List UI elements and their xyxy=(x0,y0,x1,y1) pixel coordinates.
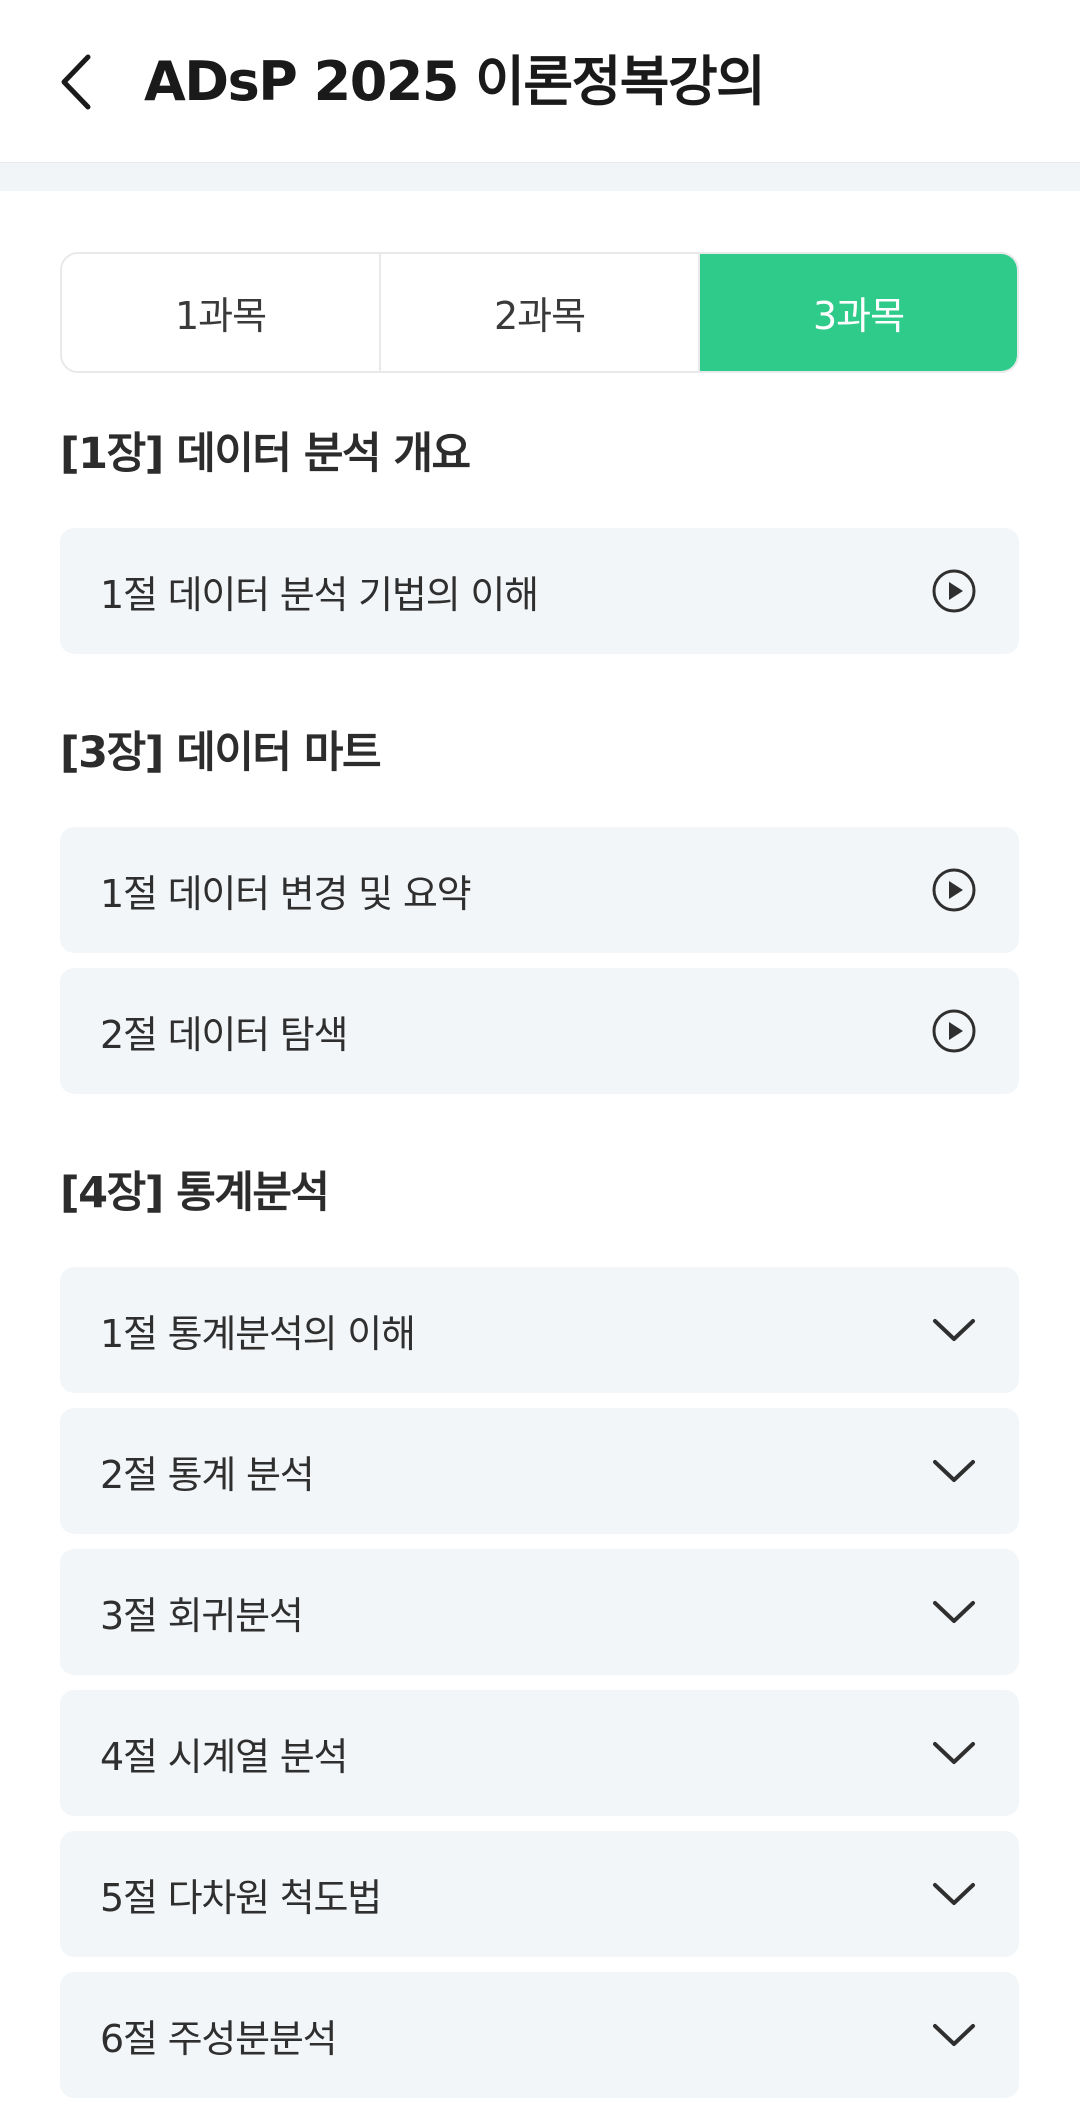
top-app-bar: ADsP 2025 이론정복강의 xyxy=(0,0,1080,163)
lesson-label: 6절 주성분분석 xyxy=(100,2016,338,2061)
lesson-label: 2절 데이터 탐색 xyxy=(100,1012,348,1057)
lesson-item[interactable]: 2절 통계 분석 xyxy=(60,1408,1019,1534)
chapter-title: [1장] 데이터 분석 개요 xyxy=(60,429,471,479)
chevron-down-icon[interactable] xyxy=(931,1448,977,1494)
chevron-left-icon xyxy=(61,54,91,110)
chevron-down-icon[interactable] xyxy=(931,1730,977,1776)
tab-subject-2[interactable]: 2과목 xyxy=(381,254,700,371)
play-circle-icon[interactable] xyxy=(931,867,977,913)
lesson-label: 5절 다차원 척도법 xyxy=(100,1875,382,1920)
header-divider-band xyxy=(0,163,1080,191)
lesson-label: 3절 회귀분석 xyxy=(100,1593,304,1638)
lesson-item[interactable]: 6절 주성분분석 xyxy=(60,1972,1019,2098)
lesson-item[interactable]: 1절 데이터 변경 및 요약 xyxy=(60,827,1019,953)
chapter-title: [3장] 데이터 마트 xyxy=(60,728,382,778)
lesson-item[interactable]: 5절 다차원 척도법 xyxy=(60,1831,1019,1957)
chevron-down-icon[interactable] xyxy=(931,1871,977,1917)
lesson-label: 2절 통계 분석 xyxy=(100,1452,315,1497)
lesson-label: 1절 데이터 변경 및 요약 xyxy=(100,871,472,916)
tab-subject-1[interactable]: 1과목 xyxy=(62,254,381,371)
lesson-item[interactable]: 4절 시계열 분석 xyxy=(60,1690,1019,1816)
lesson-item[interactable]: 3절 회귀분석 xyxy=(60,1549,1019,1675)
lesson-item[interactable]: 2절 데이터 탐색 xyxy=(60,968,1019,1094)
chevron-down-icon[interactable] xyxy=(931,1307,977,1353)
lesson-item[interactable]: 1절 통계분석의 이해 xyxy=(60,1267,1019,1393)
subject-tabs: 1과목 2과목 3과목 xyxy=(60,252,1019,373)
play-circle-icon[interactable] xyxy=(931,1008,977,1054)
chapter-title: [4장] 통계분석 xyxy=(60,1168,330,1218)
lesson-list: [1장] 데이터 분석 개요 1절 데이터 분석 기법의 이해 [3장] 데이터… xyxy=(60,410,1019,2113)
tab-subject-3[interactable]: 3과목 xyxy=(700,254,1017,371)
lesson-label: 1절 데이터 분석 기법의 이해 xyxy=(100,572,539,617)
lesson-label: 4절 시계열 분석 xyxy=(100,1734,348,1779)
back-button[interactable] xyxy=(52,52,100,112)
lesson-label: 1절 통계분석의 이해 xyxy=(100,1311,416,1356)
page-title: ADsP 2025 이론정복강의 xyxy=(144,50,766,113)
chevron-down-icon[interactable] xyxy=(931,2012,977,2058)
chevron-down-icon[interactable] xyxy=(931,1589,977,1635)
lesson-item[interactable]: 1절 데이터 분석 기법의 이해 xyxy=(60,528,1019,654)
play-circle-icon[interactable] xyxy=(931,568,977,614)
